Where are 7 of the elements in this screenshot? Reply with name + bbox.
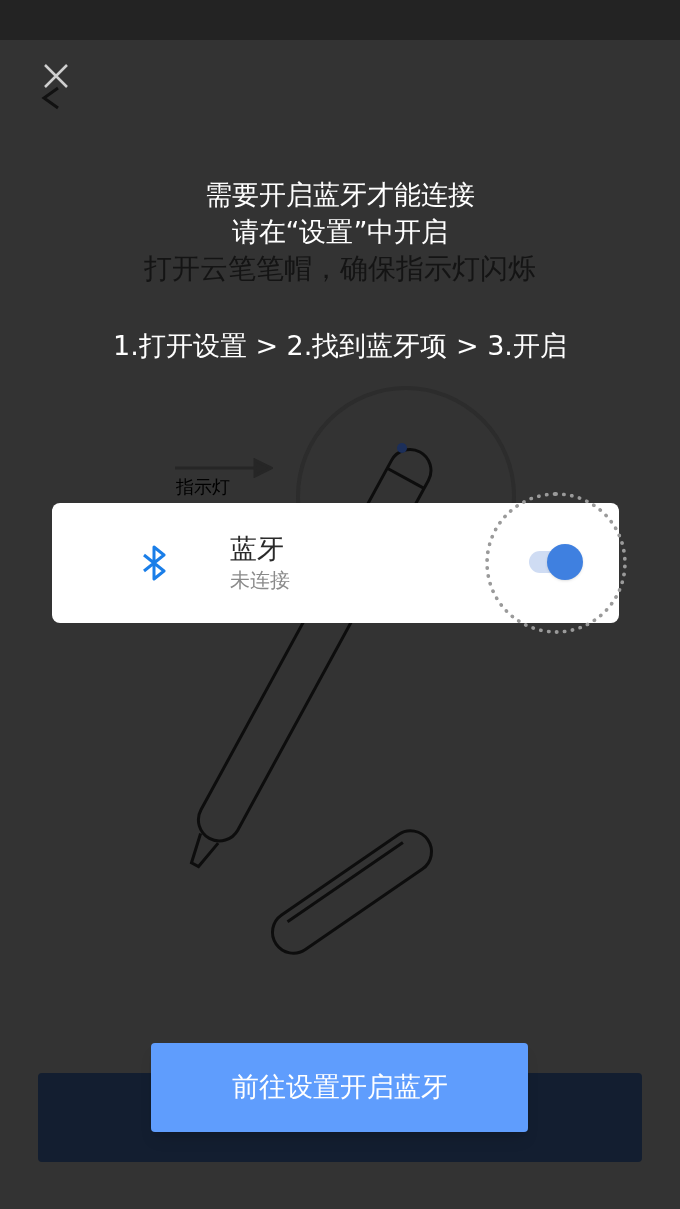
message-line: 请在“设置”中开启 (231, 215, 449, 249)
open-settings-button[interactable]: 前往设置开启蓝牙 (151, 1043, 528, 1132)
steps-text: 1.打开设置 > 2.找到蓝牙项 > 3.开启 (112, 329, 568, 363)
setting-label: 蓝牙 (230, 532, 285, 566)
close-icon (43, 63, 69, 89)
setting-status: 未连接 (230, 567, 290, 594)
message-line: 需要开启蓝牙才能连接 (205, 178, 475, 212)
